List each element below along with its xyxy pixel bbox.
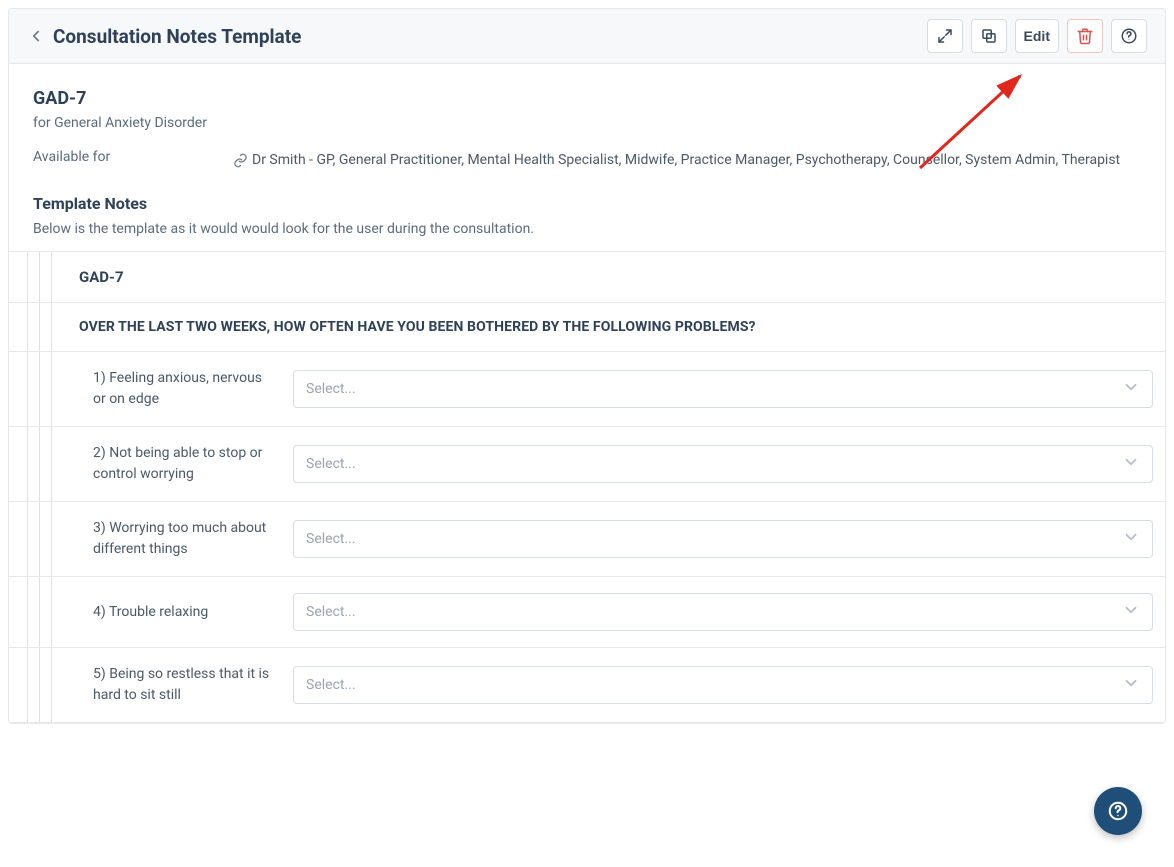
question-label: 3) Worrying too much about different thi… [93, 518, 273, 560]
question-select[interactable]: Select... [293, 593, 1153, 631]
question-label: 2) Not being able to stop or control wor… [93, 443, 273, 485]
question-select[interactable]: Select... [293, 520, 1153, 558]
question-select[interactable]: Select... [293, 666, 1153, 704]
duplicate-button[interactable] [971, 19, 1007, 53]
question-label: 4) Trouble relaxing [93, 602, 273, 623]
question-row: 1) Feeling anxious, nervous or on edge S… [9, 352, 1165, 427]
select-placeholder: Select... [306, 677, 356, 693]
question-label: 5) Being so restless that it is hard to … [93, 664, 273, 706]
question-select[interactable]: Select... [293, 445, 1153, 483]
select-placeholder: Select... [306, 456, 356, 472]
question-row: 2) Not being able to stop or control wor… [9, 427, 1165, 502]
link-icon [233, 153, 248, 168]
topbar: Consultation Notes Template Edit [9, 9, 1165, 64]
chevron-down-icon [1122, 674, 1140, 696]
expand-button[interactable] [927, 19, 963, 53]
chevron-down-icon [1122, 453, 1140, 475]
form-prompt: OVER THE LAST TWO WEEKS, HOW OFTEN HAVE … [79, 319, 1153, 335]
template-name: GAD-7 [33, 88, 1141, 109]
notes-section-description: Below is the template as it would would … [33, 221, 1141, 237]
delete-button[interactable] [1067, 19, 1103, 53]
template-preview: GAD-7 OVER THE LAST TWO WEEKS, HOW OFTEN… [9, 251, 1165, 723]
select-placeholder: Select... [306, 531, 356, 547]
question-label: 1) Feeling anxious, nervous or on edge [93, 368, 273, 410]
available-for-label: Available for [33, 149, 223, 172]
question-select[interactable]: Select... [293, 370, 1153, 408]
question-row: 4) Trouble relaxing Select... [9, 577, 1165, 648]
chevron-down-icon [1122, 528, 1140, 550]
help-button[interactable] [1111, 19, 1147, 53]
template-description: for General Anxiety Disorder [33, 115, 1141, 131]
question-row: 3) Worrying too much about different thi… [9, 502, 1165, 577]
page-title: Consultation Notes Template [53, 25, 301, 48]
chevron-down-icon [1122, 601, 1140, 623]
select-placeholder: Select... [306, 604, 356, 620]
back-icon[interactable] [27, 27, 45, 45]
select-placeholder: Select... [306, 381, 356, 397]
available-for-value: Dr Smith - GP, General Practitioner, Men… [233, 149, 1141, 172]
form-heading: GAD-7 [79, 268, 1153, 286]
help-fab[interactable] [1094, 787, 1142, 835]
edit-button[interactable]: Edit [1015, 19, 1059, 53]
chevron-down-icon [1122, 378, 1140, 400]
notes-section-title: Template Notes [33, 194, 1141, 213]
question-row: 5) Being so restless that it is hard to … [9, 648, 1165, 723]
